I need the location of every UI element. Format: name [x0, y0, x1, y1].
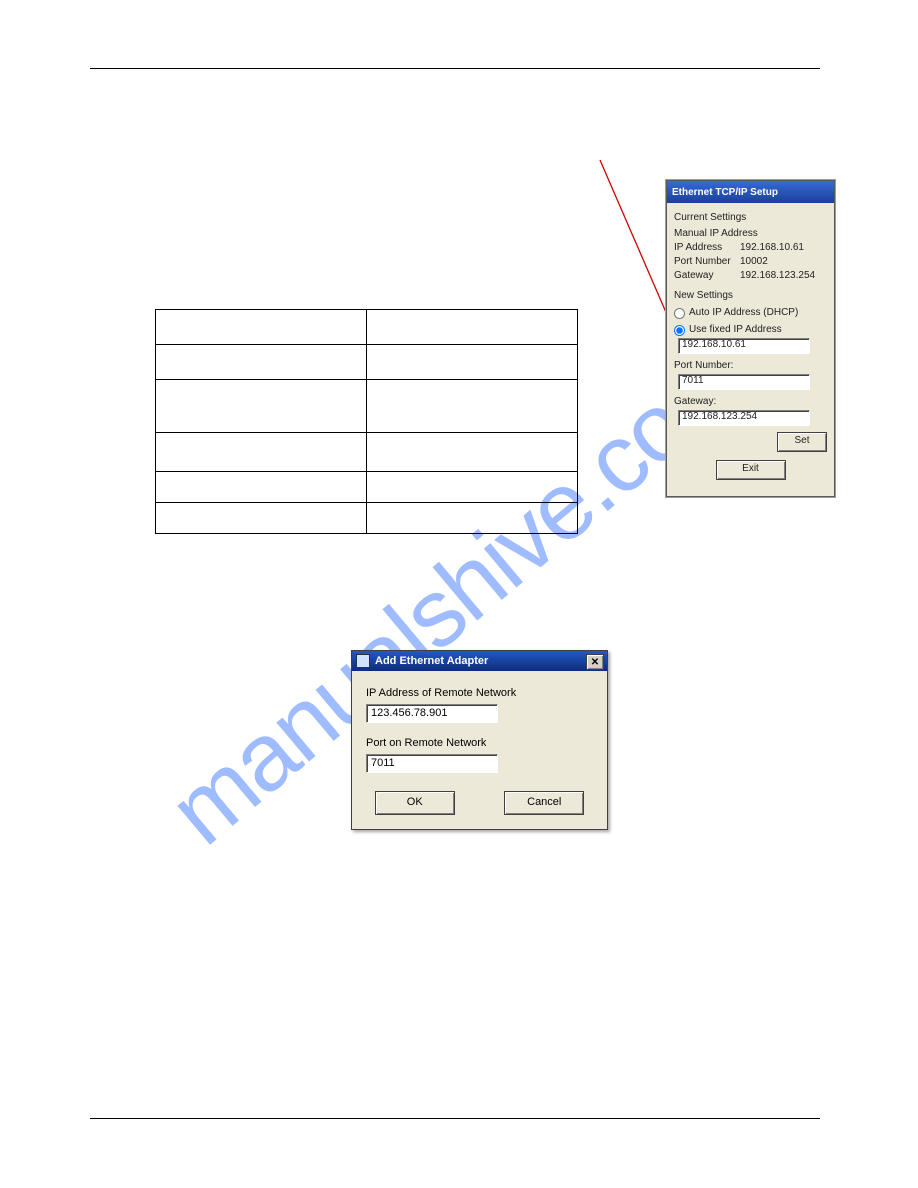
app-icon [356, 654, 370, 668]
current-settings-header: Current Settings [674, 211, 827, 225]
page-rule-top [90, 68, 820, 69]
gateway-label: Gateway [674, 269, 740, 283]
gateway-input[interactable]: 192.168.123.254 [678, 410, 810, 426]
address-mode-line: Manual IP Address [674, 227, 827, 241]
panel-titlebar: Ethernet TCP/IP Setup [667, 181, 834, 203]
radio-fixed-ip-input[interactable] [674, 325, 685, 336]
radio-auto-ip-label: Auto IP Address (DHCP) [689, 306, 798, 320]
remote-port-input[interactable]: 7011 [366, 754, 498, 773]
exit-button[interactable]: Exit [716, 460, 786, 480]
table-row [156, 380, 578, 433]
page-rule-bottom [90, 1118, 820, 1119]
port-number-value: 10002 [740, 255, 827, 269]
set-button[interactable]: Set [777, 432, 827, 452]
add-ethernet-adapter-dialog: Add Ethernet Adapter ✕ IP Address of Rem… [351, 650, 608, 830]
radio-auto-ip-input[interactable] [674, 308, 685, 319]
gateway-value: 192.168.123.254 [740, 269, 827, 283]
remote-ip-label: IP Address of Remote Network [366, 687, 593, 699]
radio-fixed-ip[interactable]: Use fixed IP Address [674, 323, 827, 337]
ip-address-label: IP Address [674, 241, 740, 255]
ip-address-value: 192.168.10.61 [740, 241, 827, 255]
port-number-input[interactable]: 7011 [678, 374, 810, 390]
radio-fixed-ip-label: Use fixed IP Address [689, 323, 782, 337]
port-number-label: Port Number [674, 255, 740, 269]
panel-title: Ethernet TCP/IP Setup [672, 187, 778, 198]
table-row [156, 310, 578, 345]
fixed-ip-input[interactable]: 192.168.10.61 [678, 338, 810, 354]
table-row [156, 472, 578, 503]
data-table [155, 309, 578, 534]
cancel-button[interactable]: Cancel [504, 791, 584, 815]
table-row [156, 503, 578, 534]
close-icon[interactable]: ✕ [586, 654, 604, 670]
dialog-titlebar[interactable]: Add Ethernet Adapter ✕ [352, 651, 607, 671]
table-row [156, 433, 578, 472]
ethernet-tcpip-setup-panel: Ethernet TCP/IP Setup Current Settings M… [666, 180, 835, 497]
port-number-field-label: Port Number: [674, 359, 827, 373]
table-row [156, 345, 578, 380]
remote-port-label: Port on Remote Network [366, 737, 593, 749]
dialog-title: Add Ethernet Adapter [375, 655, 488, 667]
radio-auto-ip[interactable]: Auto IP Address (DHCP) [674, 306, 827, 320]
ok-button[interactable]: OK [375, 791, 455, 815]
new-settings-header: New Settings [674, 289, 827, 303]
remote-ip-input[interactable]: 123.456.78.901 [366, 704, 498, 723]
gateway-field-label: Gateway: [674, 395, 827, 409]
